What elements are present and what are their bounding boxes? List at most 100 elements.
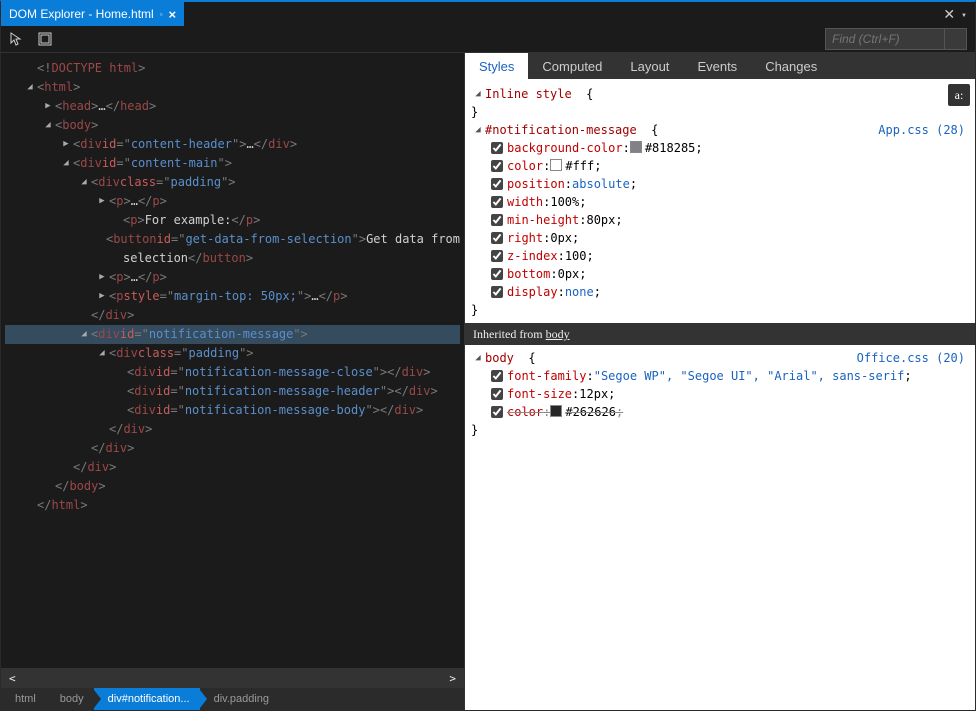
tree-row[interactable]: ◢<div id="notification-message"> xyxy=(5,325,460,344)
property-toggle-checkbox[interactable] xyxy=(491,268,503,280)
color-swatch-icon[interactable] xyxy=(630,141,642,153)
source-link[interactable]: Office.css (20) xyxy=(857,349,965,367)
styles-body[interactable]: a: ◢Inline style {}◢#notification-messag… xyxy=(465,79,975,710)
property-toggle-checkbox[interactable] xyxy=(491,406,503,418)
tree-row[interactable]: ▶<p>…</p> xyxy=(5,192,460,211)
property-toggle-checkbox[interactable] xyxy=(491,160,503,172)
search-go-button[interactable] xyxy=(945,28,967,50)
tree-row[interactable]: <div id="notification-message-close"></d… xyxy=(5,363,460,382)
tab-styles[interactable]: Styles xyxy=(465,53,528,79)
breadcrumb-item[interactable]: div.padding xyxy=(200,688,279,710)
css-property-row[interactable]: z-index: 100; xyxy=(471,247,965,265)
css-property-row[interactable]: color: #fff; xyxy=(471,157,965,175)
property-toggle-checkbox[interactable] xyxy=(491,232,503,244)
collapse-icon[interactable]: ◢ xyxy=(41,116,55,135)
tree-row[interactable]: </body> xyxy=(5,477,460,496)
breadcrumb-item[interactable]: div#notification... xyxy=(94,688,200,710)
tree-row[interactable]: <p>For example:</p> xyxy=(5,211,460,230)
property-toggle-checkbox[interactable] xyxy=(491,142,503,154)
tab-layout[interactable]: Layout xyxy=(616,53,683,79)
collapse-icon[interactable]: ◢ xyxy=(77,325,91,344)
property-toggle-checkbox[interactable] xyxy=(491,214,503,226)
color-swatch-icon[interactable] xyxy=(550,405,562,417)
expand-icon[interactable]: ▶ xyxy=(59,135,73,154)
property-toggle-checkbox[interactable] xyxy=(491,286,503,298)
tree-row[interactable]: ◢<div class="padding"> xyxy=(5,344,460,363)
window-close-icon[interactable]: ✕ xyxy=(943,6,955,23)
close-icon[interactable]: × xyxy=(169,7,177,22)
tab-events[interactable]: Events xyxy=(683,53,751,79)
color-swatch-icon[interactable] xyxy=(550,159,562,171)
styles-pane: StylesComputedLayoutEventsChanges a: ◢In… xyxy=(465,53,975,710)
expand-icon[interactable]: ▶ xyxy=(95,287,109,306)
tree-row[interactable]: ▶<div id="content-header">…</div> xyxy=(5,135,460,154)
tree-row[interactable]: ◢<div id="content-main"> xyxy=(5,154,460,173)
search-box xyxy=(825,28,967,50)
css-property-row[interactable]: display: none; xyxy=(471,283,965,301)
breadcrumb-item[interactable]: html xyxy=(1,688,46,710)
tree-row[interactable]: <button id="get-data-from-selection">Get… xyxy=(5,230,460,249)
tree-row[interactable]: ▶<p style="margin-top: 50px;">…</p> xyxy=(5,287,460,306)
property-toggle-checkbox[interactable] xyxy=(491,178,503,190)
horizontal-scrollbar[interactable]: < > xyxy=(1,668,464,688)
highlight-element-icon[interactable] xyxy=(37,31,53,47)
window-menu-icon[interactable]: ▼ xyxy=(961,13,967,19)
css-property-row[interactable]: width: 100%; xyxy=(471,193,965,211)
tree-row[interactable]: <div id="notification-message-header"></… xyxy=(5,382,460,401)
collapse-icon[interactable]: ◢ xyxy=(95,344,109,363)
collapse-icon[interactable]: ◢ xyxy=(471,349,485,367)
tree-row[interactable]: ▶<head>…</head> xyxy=(5,97,460,116)
tab-changes[interactable]: Changes xyxy=(751,53,831,79)
dom-tree-pane: <!DOCTYPE html>◢<html>▶<head>…</head>◢<b… xyxy=(1,53,465,710)
css-property-row[interactable]: min-height: 80px; xyxy=(471,211,965,229)
breadcrumb-item[interactable]: body xyxy=(46,688,94,710)
collapse-icon[interactable]: ◢ xyxy=(23,78,37,97)
expand-icon[interactable]: ▶ xyxy=(41,97,55,116)
tree-row[interactable]: </div> xyxy=(5,420,460,439)
window-tab[interactable]: DOM Explorer - Home.html ▫ × xyxy=(1,2,184,26)
tab-title: DOM Explorer - Home.html xyxy=(9,7,154,21)
tree-row[interactable]: ▶<p>…</p> xyxy=(5,268,460,287)
tree-row[interactable]: ◢<div class="padding"> xyxy=(5,173,460,192)
collapse-icon[interactable]: ◢ xyxy=(471,85,485,103)
scroll-right-arrow[interactable]: > xyxy=(449,672,456,685)
css-property-row[interactable]: font-family: "Segoe WP", "Segoe UI", "Ar… xyxy=(471,367,965,385)
property-toggle-checkbox[interactable] xyxy=(491,196,503,208)
tree-row[interactable]: <div id="notification-message-body"></di… xyxy=(5,401,460,420)
source-link[interactable]: App.css (28) xyxy=(878,121,965,139)
style-rule-header[interactable]: ◢body {Office.css (20) xyxy=(471,349,965,367)
collapse-icon[interactable]: ◢ xyxy=(471,121,485,139)
tab-computed[interactable]: Computed xyxy=(528,53,616,79)
property-toggle-checkbox[interactable] xyxy=(491,388,503,400)
tree-row[interactable]: selection</button> xyxy=(5,249,460,268)
style-rule-header[interactable]: ◢Inline style { xyxy=(471,85,965,103)
css-property-row[interactable]: background-color: #818285; xyxy=(471,139,965,157)
style-rule-header[interactable]: ◢#notification-message {App.css (28) xyxy=(471,121,965,139)
tree-row[interactable]: </div> xyxy=(5,439,460,458)
inherited-from-bar: Inherited from body xyxy=(465,323,975,345)
tree-row[interactable]: ◢<html> xyxy=(5,78,460,97)
expand-icon[interactable]: ▶ xyxy=(95,192,109,211)
property-toggle-checkbox[interactable] xyxy=(491,250,503,262)
css-property-row[interactable]: font-size: 12px; xyxy=(471,385,965,403)
pin-icon[interactable]: ▫ xyxy=(160,10,163,19)
collapse-icon[interactable]: ◢ xyxy=(59,154,73,173)
tree-row[interactable]: </div> xyxy=(5,458,460,477)
scroll-left-arrow[interactable]: < xyxy=(9,672,16,685)
css-property-row[interactable]: right: 0px; xyxy=(471,229,965,247)
css-property-row[interactable]: position: absolute; xyxy=(471,175,965,193)
accessibility-icon[interactable]: a: xyxy=(948,84,970,106)
styles-tab-bar: StylesComputedLayoutEventsChanges xyxy=(465,53,975,79)
css-property-row[interactable]: color: #262626; xyxy=(471,403,965,421)
tree-row[interactable]: </html> xyxy=(5,496,460,515)
css-property-row[interactable]: bottom: 0px; xyxy=(471,265,965,283)
tree-row[interactable]: ◢<body> xyxy=(5,116,460,135)
tree-row[interactable]: </div> xyxy=(5,306,460,325)
select-element-icon[interactable] xyxy=(9,31,25,47)
dom-tree[interactable]: <!DOCTYPE html>◢<html>▶<head>…</head>◢<b… xyxy=(1,53,464,668)
collapse-icon[interactable]: ◢ xyxy=(77,173,91,192)
expand-icon[interactable]: ▶ xyxy=(95,268,109,287)
search-input[interactable] xyxy=(825,28,945,50)
property-toggle-checkbox[interactable] xyxy=(491,370,503,382)
tree-row[interactable]: <!DOCTYPE html> xyxy=(5,59,460,78)
